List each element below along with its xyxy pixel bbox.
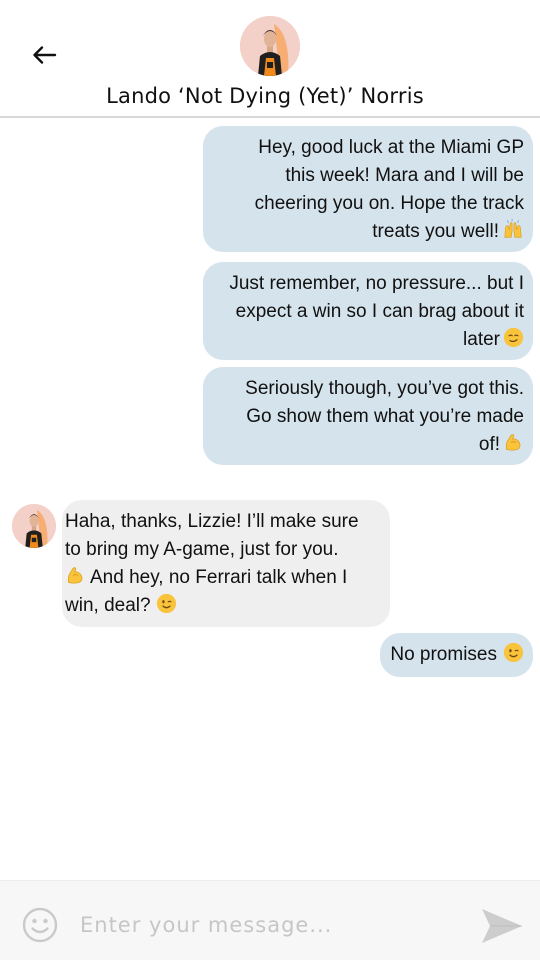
- winking-face-icon: [503, 642, 524, 663]
- send-button[interactable]: [480, 907, 524, 945]
- sent-message-bubble[interactable]: Seriously though, you’ve got this. Go sh…: [203, 367, 533, 465]
- raising-hands-icon: [502, 218, 524, 240]
- flexed-biceps-icon: [65, 565, 86, 586]
- message-text: And hey, no Ferrari talk when I: [90, 567, 348, 588]
- message-input[interactable]: [80, 905, 460, 945]
- winking-face-icon: [156, 593, 177, 614]
- send-icon: [482, 909, 522, 943]
- message-text: treats you well!: [372, 221, 499, 242]
- chat-header: Lando ‘Not Dying (Yet)’ Norris: [0, 0, 540, 118]
- message-line: And hey, no Ferrari talk when I: [65, 564, 384, 592]
- chat-screen: Lando ‘Not Dying (Yet)’ Norris Hey, good…: [0, 0, 540, 960]
- sent-message-bubble[interactable]: Hey, good luck at the Miami GP this week…: [203, 126, 533, 252]
- message-line: expect a win so I can brag about it: [235, 301, 524, 322]
- message-text: of!: [478, 434, 500, 455]
- emoji-button[interactable]: [22, 907, 58, 943]
- message-line: No promises: [386, 641, 524, 669]
- message-line: of!: [209, 431, 524, 459]
- message-line: Haha, thanks, Lizzie! I’ll make sure: [65, 511, 359, 532]
- message-line: this week! Mara and I will be: [285, 165, 524, 186]
- smiley-icon: [22, 907, 58, 943]
- message-line: to bring my A-game, just for you.: [65, 539, 339, 560]
- smirking-face-icon: [503, 327, 524, 348]
- message-line: treats you well!: [209, 218, 524, 246]
- contact-avatar[interactable]: [240, 16, 300, 76]
- received-message-bubble[interactable]: Haha, thanks, Lizzie! I’ll make sure to …: [62, 500, 390, 627]
- message-line: Hey, good luck at the Miami GP: [258, 137, 524, 158]
- sent-message-bubble[interactable]: Just remember, no pressure... but I expe…: [203, 262, 533, 360]
- message-line: cheering you on. Hope the track: [254, 193, 524, 214]
- message-composer: [0, 880, 540, 960]
- sent-message-bubble[interactable]: No promises: [380, 633, 533, 677]
- message-text: win, deal?: [65, 595, 151, 616]
- arrow-left-icon: [33, 46, 57, 64]
- message-text: later: [463, 329, 500, 350]
- message-line: Seriously though, you’ve got this.: [245, 378, 524, 399]
- back-button[interactable]: [26, 40, 62, 70]
- contact-name: Lando ‘Not Dying (Yet)’ Norris: [106, 84, 424, 108]
- flexed-biceps-icon: [503, 432, 524, 453]
- message-line: Just remember, no pressure... but I: [229, 273, 524, 294]
- message-line: win, deal?: [65, 592, 384, 620]
- message-line: later: [209, 326, 524, 354]
- contact-avatar-small[interactable]: [12, 504, 56, 548]
- message-line: Go show them what you’re made: [246, 406, 524, 427]
- message-text: No promises: [390, 644, 497, 665]
